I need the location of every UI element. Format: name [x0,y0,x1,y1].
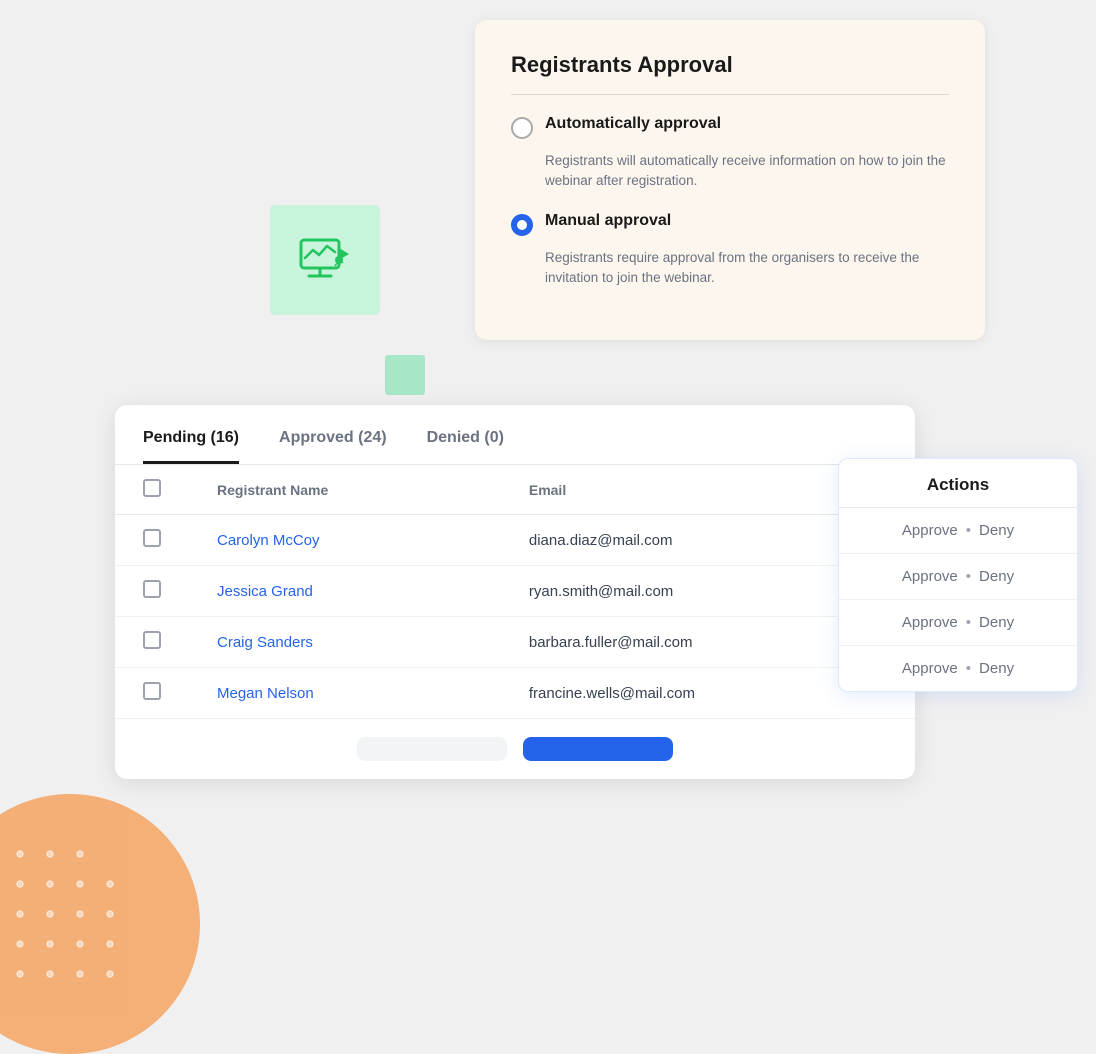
auto-approval-label: Automatically approval [545,115,721,133]
row-checkbox[interactable] [143,631,161,649]
bg-green-square-small [385,355,425,395]
deny-button-1[interactable]: Deny [979,522,1014,539]
manual-approval-desc: Registrants require approval from the or… [545,248,949,289]
registrant-name[interactable]: Carolyn McCoy [217,532,320,549]
action-row-1: Approve • Deny [839,508,1077,554]
table-row: Carolyn McCoy diana.diaz@mail.com [115,515,915,566]
registrants-table-card: Pending (16) Approved (24) Denied (0) Re… [115,405,915,779]
tab-approved[interactable]: Approved (24) [279,429,387,464]
deny-button-2[interactable]: Deny [979,568,1014,585]
actions-card: Actions Approve • Deny Approve • Deny Ap… [838,458,1078,692]
tab-pending[interactable]: Pending (16) [143,429,239,464]
manual-approval-radio[interactable] [511,214,533,236]
approval-title: Registrants Approval [511,52,949,78]
action-row-4: Approve • Deny [839,646,1077,691]
table-footer [115,718,915,779]
approve-button-2[interactable]: Approve [902,568,958,585]
auto-approval-option[interactable]: Automatically approval [511,115,949,139]
deny-button-4[interactable]: Deny [979,660,1014,677]
registrant-name[interactable]: Jessica Grand [217,583,313,600]
registrant-name-cell: Jessica Grand [189,566,501,617]
col-registrant-name: Registrant Name [189,465,501,515]
approve-button-3[interactable]: Approve [902,614,958,631]
orange-dots-pattern [0,824,160,1024]
auto-approval-radio[interactable] [511,117,533,139]
auto-approval-desc: Registrants will automatically receive i… [545,151,949,192]
divider [511,94,949,95]
actions-title: Actions [839,459,1077,508]
action-row-2: Approve • Deny [839,554,1077,600]
approve-button-1[interactable]: Approve [902,522,958,539]
action-row-3: Approve • Deny [839,600,1077,646]
col-checkbox [115,465,189,515]
registrants-table: Registrant Name Email Carolyn McCoy dian… [115,465,915,718]
tabs-bar: Pending (16) Approved (24) Denied (0) [115,405,915,465]
table-row: Craig Sanders barbara.fuller@mail.com [115,617,915,668]
deny-button-3[interactable]: Deny [979,614,1014,631]
row-checkbox-cell [115,668,189,719]
approve-button-4[interactable]: Approve [902,660,958,677]
table-row: Jessica Grand ryan.smith@mail.com [115,566,915,617]
dot-separator-3: • [966,614,971,631]
row-checkbox[interactable] [143,580,161,598]
manual-approval-option[interactable]: Manual approval [511,212,949,236]
dot-separator-4: • [966,660,971,677]
manual-approval-label: Manual approval [545,212,671,230]
registrant-name-cell: Megan Nelson [189,668,501,719]
row-checkbox-cell [115,566,189,617]
header-checkbox[interactable] [143,479,161,497]
row-checkbox[interactable] [143,682,161,700]
row-checkbox[interactable] [143,529,161,547]
cancel-button[interactable] [357,737,507,761]
dot-separator-1: • [966,522,971,539]
webinar-svg-icon [295,230,355,290]
tab-denied[interactable]: Denied (0) [427,429,504,464]
registrant-name-cell: Craig Sanders [189,617,501,668]
approval-settings-card: Registrants Approval Automatically appro… [475,20,985,340]
dot-separator-2: • [966,568,971,585]
primary-button[interactable] [523,737,673,761]
registrant-name[interactable]: Craig Sanders [217,634,313,651]
webinar-icon-box [270,205,380,315]
bg-orange-circle [0,794,200,1054]
row-checkbox-cell [115,617,189,668]
table-row: Megan Nelson francine.wells@mail.com [115,668,915,719]
registrant-name-cell: Carolyn McCoy [189,515,501,566]
registrant-name[interactable]: Megan Nelson [217,685,314,702]
row-checkbox-cell [115,515,189,566]
